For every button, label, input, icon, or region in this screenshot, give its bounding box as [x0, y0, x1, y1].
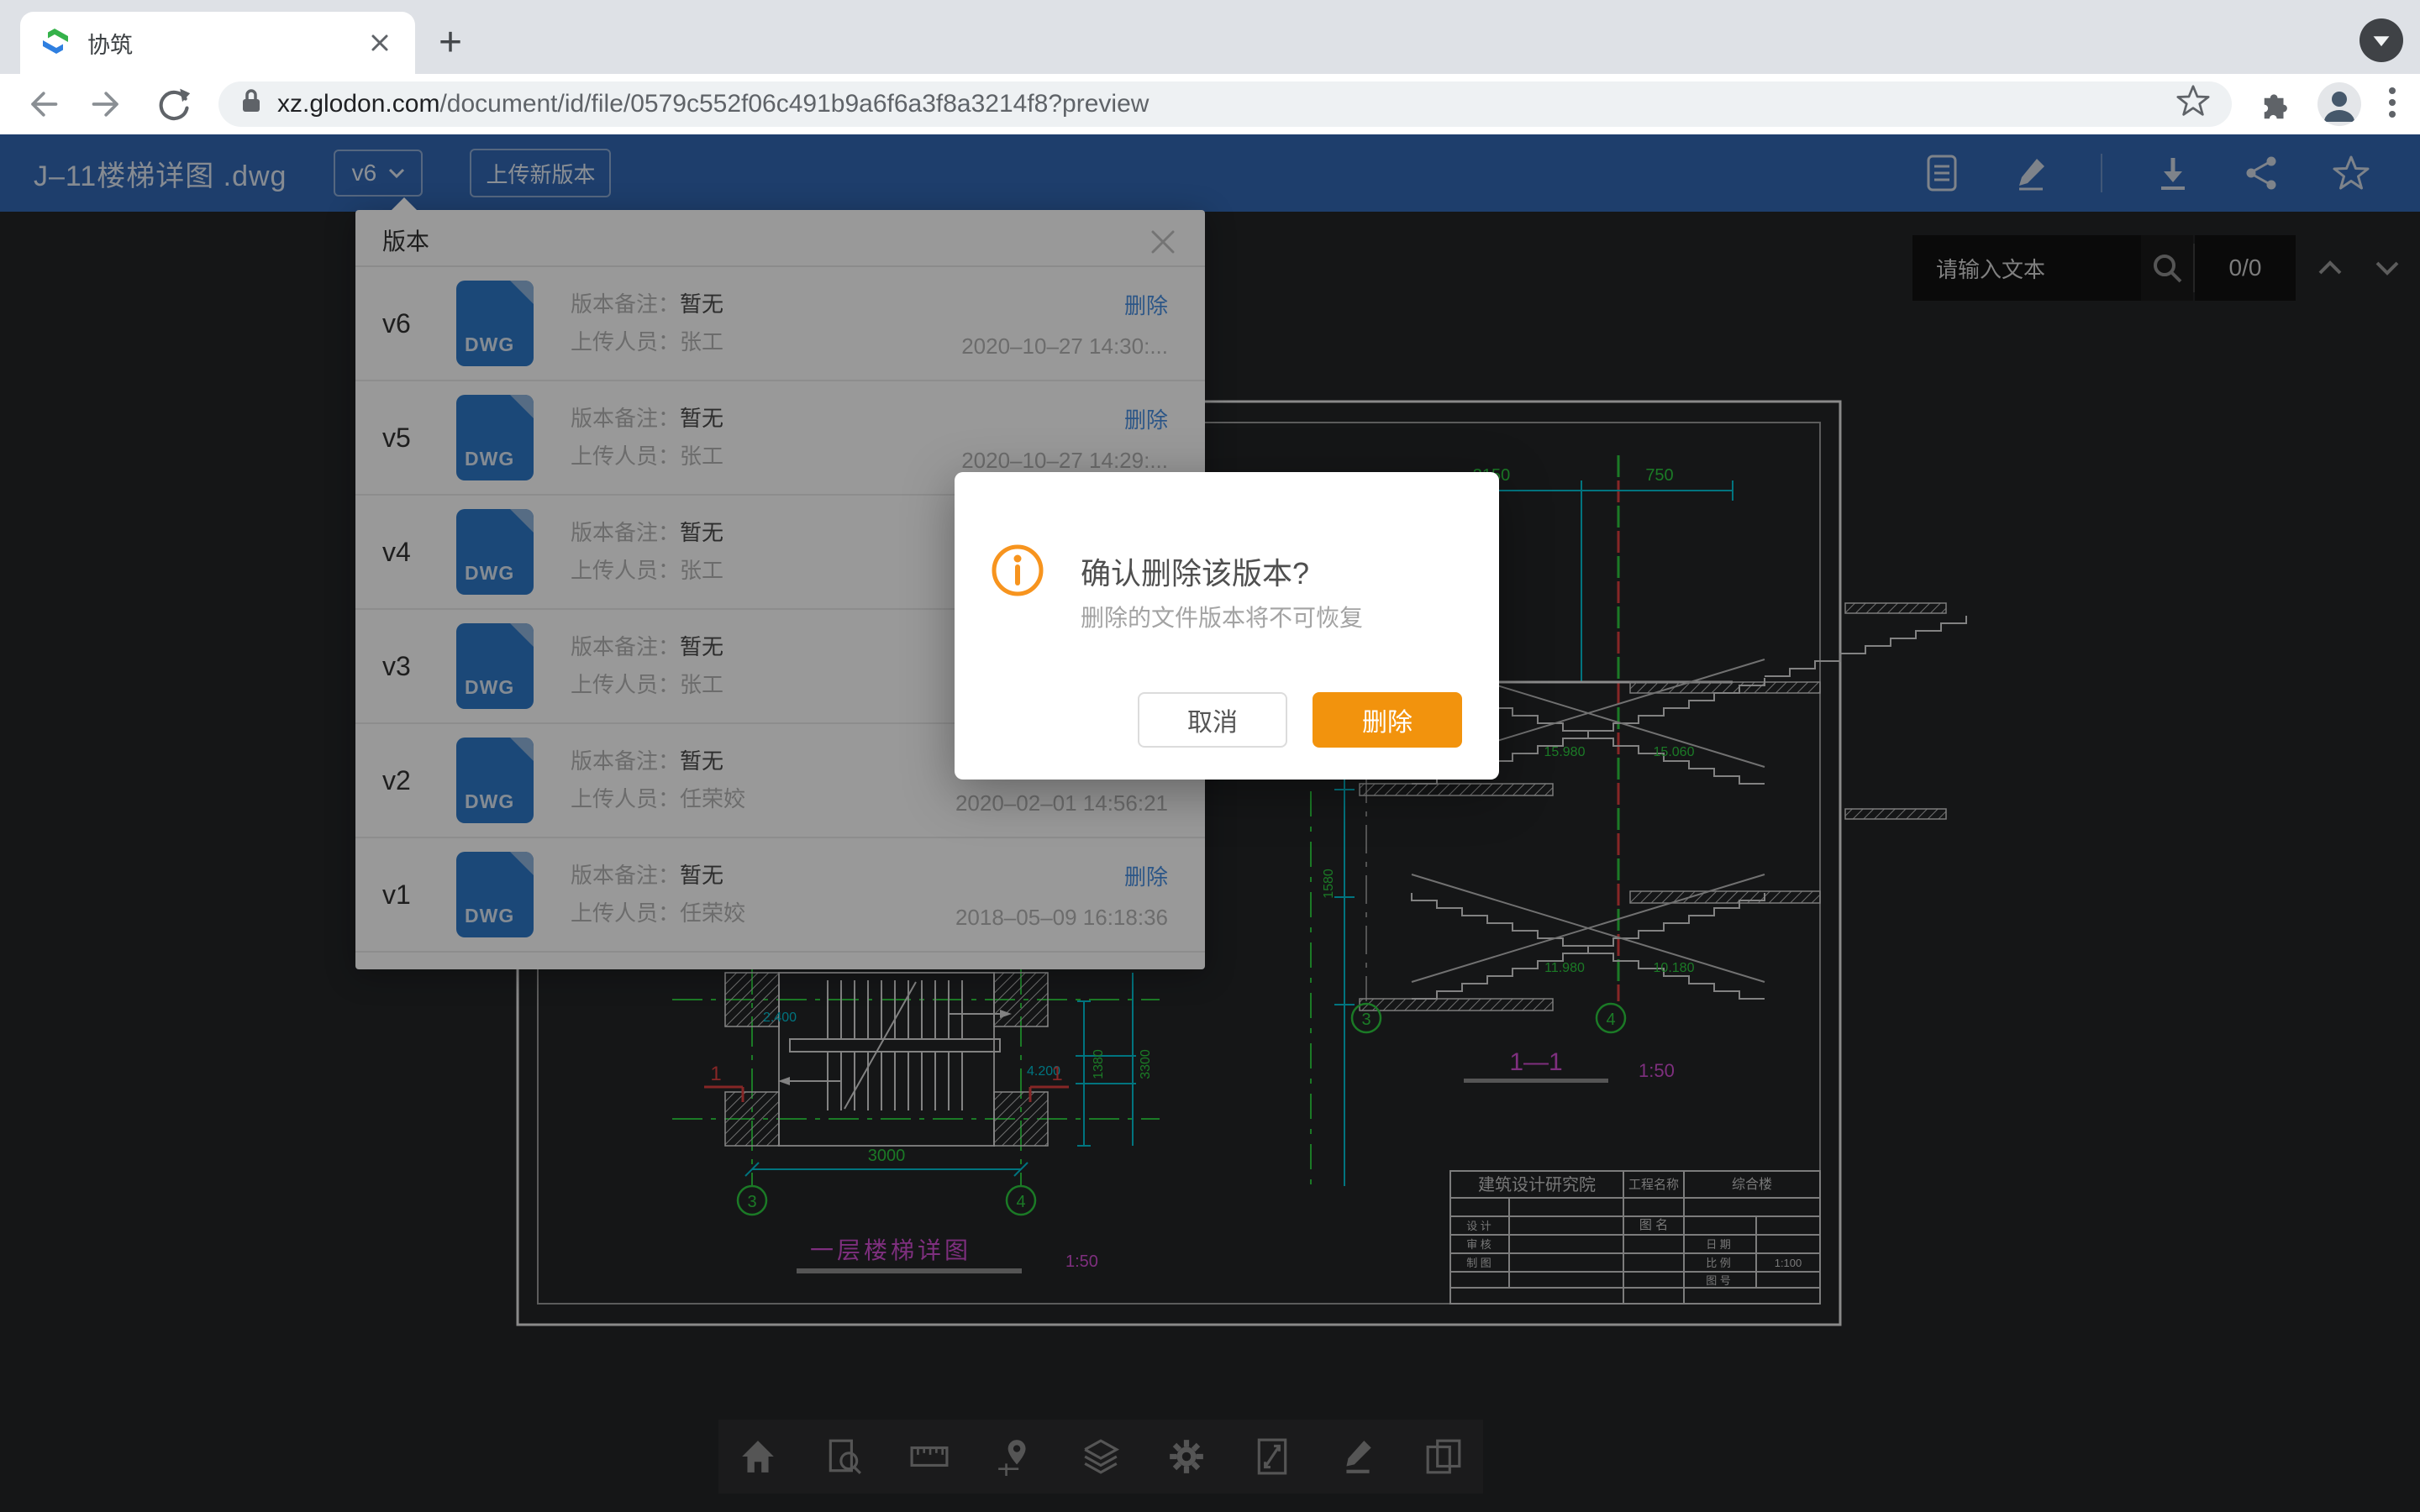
browser-menu-icon[interactable]	[2386, 84, 2398, 125]
confirm-delete-button[interactable]: 删除	[1313, 692, 1462, 748]
profile-avatar[interactable]	[2317, 82, 2361, 126]
url-domain: xz.glodon.com	[277, 90, 439, 118]
url-bar: xz.glodon.com/document/id/file/0579c552f…	[0, 74, 2420, 134]
back-icon[interactable]	[22, 84, 62, 124]
delete-confirm-dialog: 确认删除该版本? 删除的文件版本将不可恢复 取消 删除	[955, 472, 1499, 780]
dim-overlay	[0, 134, 2420, 1512]
url-path: /document/id/file/0579c552f06c491b9a6f6a…	[439, 90, 1149, 118]
document-viewer-page: J–11楼梯详图 .dwg v6 上传新版本	[0, 134, 2420, 1512]
dialog-title: 确认删除该版本?	[1081, 549, 1309, 593]
tab-search-button[interactable]	[2360, 18, 2403, 62]
new-tab-button[interactable]: +	[427, 18, 474, 66]
info-icon	[990, 543, 1045, 602]
browser-chrome: 协筑 + xz.glodon.com/document/id/file/0579…	[0, 0, 2420, 134]
lock-icon[interactable]	[240, 87, 262, 121]
browser-tab[interactable]: 协筑	[20, 12, 415, 74]
tab-close-icon[interactable]	[365, 28, 395, 58]
bookmark-star-icon[interactable]	[2176, 84, 2210, 124]
site-favicon	[40, 26, 71, 60]
forward-icon[interactable]	[87, 84, 128, 124]
cancel-button[interactable]: 取消	[1138, 692, 1287, 748]
dialog-message: 删除的文件版本将不可恢复	[1081, 600, 1363, 633]
extensions-icon[interactable]	[2257, 85, 2292, 124]
tab-bar: 协筑 +	[0, 0, 2420, 74]
address-input[interactable]: xz.glodon.com/document/id/file/0579c552f…	[218, 81, 2232, 127]
reload-icon[interactable]	[153, 84, 193, 124]
tab-title: 协筑	[87, 27, 348, 60]
